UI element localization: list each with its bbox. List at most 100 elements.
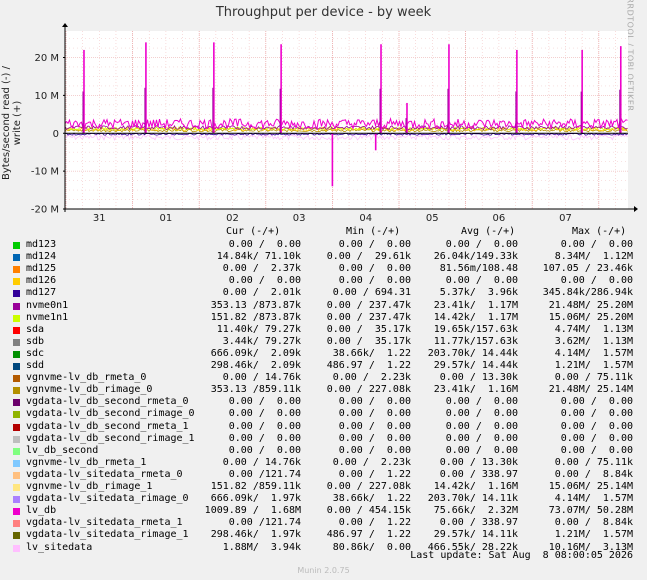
legend-avg-value: 0.00 / 0.00 (445, 275, 518, 287)
legend-min-value: 0.00 / 35.17k (326, 323, 411, 335)
legend-cur-value: 0.00 / 14.76k (222, 372, 301, 384)
legend-swatch (13, 532, 20, 540)
legend-swatch (13, 387, 20, 395)
legend-series-name: md123 (26, 239, 57, 250)
legend-row: md126 0.00 / 0.00 0.00 / 0.00 0.00 / 0.00 0.… (0, 275, 647, 287)
legend-swatch (13, 435, 20, 443)
legend-avg-value: 0.00 / 13.30k (439, 456, 518, 468)
legend-max-value: 21.48M/ 25.20M (548, 299, 633, 311)
legend-min-value: 38.66k/ 1.22 (332, 493, 411, 505)
legend-swatch (13, 459, 20, 467)
legend-series-name: vgdata-lv_sitedata_rmeta_0 (26, 468, 183, 480)
legend-avg-value: 29.57k/ 14.44k (433, 360, 518, 371)
legend-avg-value: 0.00 / 0.00 (445, 239, 518, 250)
legend-series-name: vgnvme-lv_db_rimage_0 (26, 384, 153, 396)
legend-max-value: 0.00 / 8.84k (554, 468, 633, 480)
legend-row: vgnvme-lv_db_rmeta_0 0.00 / 14.76k 0.00 / … (0, 372, 647, 384)
legend-row: vgdata-lv_db_second_rmeta_1 0.00 / 0.00 0.… (0, 421, 647, 433)
legend-cur-value: 666.09k/ 2.09k (210, 347, 301, 359)
x-tick-label: 07 (559, 213, 572, 224)
legend-min-value: 486.97 / 1.22 (326, 360, 411, 371)
legend-avg-value: 0.00 / 0.00 (445, 444, 518, 456)
legend-series-name: md127 (26, 287, 57, 299)
legend-row: lv_db 1009.89 / 1.68M 0.00 / 454.15k 75.66k… (0, 505, 647, 517)
legend-max-value: 4.14M/ 1.57M (554, 347, 633, 359)
legend-swatch (13, 447, 20, 455)
legend-min-value: 0.00 / 0.00 (338, 420, 411, 432)
legend-swatch (13, 314, 20, 322)
legend-max-value: 3.62M/ 1.13M (554, 335, 633, 347)
legend-cur-value: 151.82 /859.11k (210, 481, 301, 492)
legend-row: md125 0.00 / 2.37k 0.00 / 0.00 81.56m/108.4… (0, 263, 647, 275)
legend-series-name: sdd (26, 360, 45, 371)
legend-max-value: 345.84k/286.94k (542, 287, 633, 299)
legend-cur-value: 0.00 / 0.00 (228, 396, 301, 408)
legend-cur-value: 0.00 / 0.00 (228, 275, 301, 287)
legend-swatch (13, 254, 20, 262)
legend-swatch (13, 399, 20, 407)
legend-row: vgdata-lv_sitedata_rimage_0 666.09k/ 1.97… (0, 493, 647, 505)
legend-row: vgnvme-lv_db_rimage_1 151.82 /859.11k 0.00… (0, 481, 647, 493)
legend-min-value: 0.00 / 0.00 (338, 275, 411, 287)
legend-avg-value: 0.00 / 338.97 (439, 517, 518, 529)
legend-max-value: 0.00 / 0.00 (560, 239, 633, 250)
legend-series-name: sdc (26, 347, 45, 359)
legend-swatch (13, 544, 20, 552)
legend-cur-value: 0.00 / 0.00 (228, 408, 301, 420)
legend-row: vgnvme-lv_db_rmeta_1 0.00 / 14.76k 0.00 / … (0, 457, 647, 469)
x-tick-label: 02 (226, 213, 239, 224)
legend-series-name: vgnvme-lv_db_rimage_1 (26, 481, 153, 492)
legend-swatch (13, 471, 20, 479)
legend-header-min: Min (-/+) (346, 226, 401, 237)
legend-cur-value: 11.40k/ 79.27k (216, 323, 301, 335)
legend-cur-value: 151.82 /873.87k (210, 311, 301, 323)
legend-cur-value: 0.00 / 0.00 (228, 444, 301, 456)
legend-cur-value: 0.00 / 2.01k (222, 287, 301, 299)
legend-max-value: 4.74M/ 1.13M (554, 323, 633, 335)
legend-cur-value: 353.13 /859.11k (210, 384, 301, 396)
legend-swatch (13, 496, 20, 504)
legend-row: lv_db_second 0.00 / 0.00 0.00 / 0.00 0.00 /… (0, 445, 647, 457)
legend-min-value: 0.00 / 0.00 (338, 444, 411, 456)
legend-swatch (13, 363, 20, 370)
legend-series-name: md124 (26, 251, 57, 263)
legend-row: sdc 666.09k/ 2.09k 38.66k/ 1.22 203.70k/ 14… (0, 348, 647, 360)
legend-row: sdb 3.44k/ 79.27k 0.00 / 35.17k 11.77k/157.… (0, 336, 647, 348)
legend-cur-value: 0.00 / 14.76k (222, 456, 301, 468)
legend-avg-value: 0.00 / 0.00 (445, 396, 518, 408)
legend-min-value: 0.00 / 0.00 (338, 408, 411, 420)
legend-max-value: 21.48M/ 25.14M (548, 384, 633, 396)
legend-swatch (13, 520, 20, 528)
legend-swatch (13, 278, 20, 286)
legend-avg-value: 203.70k/ 14.44k (427, 347, 518, 359)
legend-max-value: 0.00 / 75.11k (554, 372, 633, 384)
y-tick-label: 0 (53, 129, 59, 140)
legend-max-value: 15.06M/ 25.20M (548, 311, 633, 323)
legend-series-name: lv_sitedata (26, 541, 93, 553)
legend-swatch (13, 266, 20, 274)
legend-row: vgdata-lv_db_second_rmeta_0 0.00 / 0.00 0.… (0, 396, 647, 408)
legend-min-value: 0.00 / 0.00 (338, 239, 411, 250)
legend-max-value: 73.07M/ 50.28M (548, 505, 633, 517)
legend-cur-value: 298.46k/ 1.97k (210, 529, 301, 541)
legend-min-value: 0.00 / 35.17k (326, 335, 411, 347)
legend-cur-value: 3.44k/ 79.27k (222, 335, 301, 347)
legend-swatch (13, 484, 20, 491)
legend-cur-value: 0.00 / 0.00 (228, 239, 301, 250)
legend-avg-value: 19.65k/157.63k (433, 323, 518, 335)
legend-series-name: nvme1n1 (26, 311, 69, 323)
legend-avg-value: 75.66k/ 2.32M (433, 505, 518, 517)
legend-swatch (13, 242, 20, 249)
legend-row: vgdata-lv_sitedata_rimage_1 298.46k/ 1.97… (0, 529, 647, 541)
x-tick-label: 01 (160, 213, 173, 224)
last-update: Last update: Sat Aug 8 08:00:05 2026 (410, 550, 633, 561)
legend-min-value: 486.97 / 1.22 (326, 529, 411, 541)
throughput-plot: 20 M 10 M 0 -10 M -20 M 31 01 02 03 04 05 06 07 (31, 23, 638, 224)
legend-cur-value: 0.00 / 2.37k (222, 263, 301, 275)
legend-series-name: vgdata-lv_sitedata_rimage_1 (26, 529, 189, 541)
legend-row: md124 14.84k/ 71.10k 0.00 / 29.61k 26.04k/1… (0, 251, 647, 263)
x-tick-label: 03 (293, 213, 306, 224)
legend-min-value: 0.00 / 0.00 (338, 396, 411, 408)
legend-min-value: 0.00 / 694.31 (332, 287, 411, 299)
legend-series-name: sda (26, 323, 45, 335)
